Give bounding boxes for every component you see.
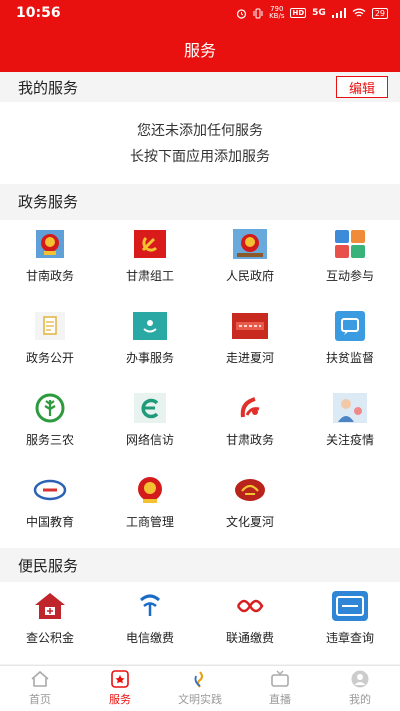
- tile-label: 甘肃组工: [125, 269, 174, 283]
- tile-label: 工商管理: [125, 515, 174, 529]
- nav-service[interactable]: 服务: [80, 666, 160, 711]
- nav-civilization[interactable]: 文明实践: [160, 666, 240, 711]
- tile-label: 甘南政务: [25, 269, 74, 283]
- wheat-icon: [32, 392, 68, 424]
- vibrate-icon: [253, 8, 263, 18]
- service-tile-telecom-pay[interactable]: 电信缴费: [100, 582, 200, 664]
- tile-label: 电信缴费: [125, 631, 174, 645]
- culture-logo-icon: [232, 474, 268, 506]
- banner-icon: [232, 310, 268, 342]
- gov-services-grid: 甘南政务 甘肃组工 人民政府 互动参与 政务公开 办事服务 走进夏河 扶贫监督 …: [0, 220, 400, 548]
- tile-label: 中国教育: [25, 515, 74, 529]
- service-tile-commerce[interactable]: 工商管理: [100, 466, 200, 548]
- battery-indicator: 29: [371, 7, 388, 19]
- nav-label: 首页: [29, 693, 51, 706]
- service-tile-unicom-pay[interactable]: 联通缴费: [200, 582, 300, 664]
- emblem-icon: [32, 228, 68, 260]
- service-tile-gansu-gov[interactable]: 甘肃政务: [200, 384, 300, 466]
- document-icon: [32, 310, 68, 342]
- user-icon: [351, 670, 369, 688]
- gansu-logo-icon: [232, 392, 268, 424]
- tile-label: 网络信访: [125, 433, 174, 447]
- service-tile-china-education[interactable]: 中国教育: [0, 466, 100, 548]
- china-telecom-icon: [132, 590, 168, 622]
- status-bar: 10:56 790 KB/s HD 5G 29: [0, 0, 400, 26]
- doctor-icon: [332, 392, 368, 424]
- nav-label: 直播: [269, 693, 291, 706]
- service-tile-traffic-query[interactable]: 违章查询: [300, 582, 400, 664]
- empty-tile: [300, 466, 400, 548]
- public-services-header: 便民服务: [0, 550, 400, 580]
- grid-apps-icon: [332, 228, 368, 260]
- tile-label: 关注疫情: [325, 433, 374, 447]
- section-title: 政务服务: [18, 192, 79, 211]
- tile-label: 办事服务: [125, 351, 174, 365]
- nav-label: 文明实践: [178, 693, 222, 706]
- education-logo-icon: [32, 474, 68, 506]
- service-tile-gov-open[interactable]: 政务公开: [0, 302, 100, 384]
- nav-label: 服务: [109, 693, 131, 706]
- emblem-icon: [132, 474, 168, 506]
- letter-e-icon: [132, 392, 168, 424]
- nav-mine[interactable]: 我的: [320, 666, 400, 711]
- party-emblem-icon: [132, 228, 168, 260]
- wifi-icon: [352, 8, 366, 17]
- service-tile-people-gov[interactable]: 人民政府: [200, 220, 300, 302]
- status-time: 10:56: [16, 5, 61, 21]
- service-tile-agriculture[interactable]: 服务三农: [0, 384, 100, 466]
- edit-button[interactable]: 编辑: [336, 76, 388, 98]
- service-tile-gansu-zugong[interactable]: 甘肃组工: [100, 220, 200, 302]
- tile-label: 联通缴费: [225, 631, 274, 645]
- hd-badge: HD: [290, 8, 307, 18]
- emblem-icon: [232, 228, 268, 260]
- net-speed: 790 KB/s: [269, 5, 285, 20]
- empty-hint-line1: 您还未添加任何服务: [137, 123, 263, 139]
- service-tab-icon: [111, 670, 129, 688]
- tile-label: 文化夏河: [225, 515, 274, 529]
- section-title: 便民服务: [18, 556, 79, 575]
- chat-icon: [332, 310, 368, 342]
- service-tile-affairs[interactable]: 办事服务: [100, 302, 200, 384]
- tile-label: 政务公开: [25, 351, 74, 365]
- service-tile-poverty[interactable]: 扶贫监督: [300, 302, 400, 384]
- signal-icon: [331, 8, 346, 18]
- nav-home[interactable]: 首页: [0, 666, 80, 711]
- tile-label: 人民政府: [225, 269, 274, 283]
- service-tile-culture-xiahe[interactable]: 文化夏河: [200, 466, 300, 548]
- tile-label: 违章查询: [325, 631, 374, 645]
- tile-label: 走进夏河: [225, 351, 274, 365]
- tile-label: 查公积金: [25, 631, 74, 645]
- tile-label: 互动参与: [325, 269, 374, 283]
- housing-fund-icon: [32, 590, 68, 622]
- live-tv-icon: [271, 670, 289, 687]
- page-title: 服务: [0, 26, 400, 72]
- public-services-grid: 查公积金 电信缴费 联通缴费 违章查询: [0, 582, 400, 664]
- traffic-query-icon: [332, 590, 368, 622]
- gov-services-header: 政务服务: [0, 186, 400, 216]
- status-indicators: 790 KB/s HD 5G 29: [236, 6, 388, 20]
- tile-label: 服务三农: [25, 433, 74, 447]
- service-icon: [132, 310, 168, 342]
- home-icon: [31, 670, 49, 687]
- nav-label: 我的: [349, 693, 371, 706]
- alarm-icon: [236, 8, 247, 19]
- nav-live[interactable]: 直播: [240, 666, 320, 711]
- my-services-header: 我的服务 编辑: [0, 72, 400, 102]
- service-tile-petition[interactable]: 网络信访: [100, 384, 200, 466]
- empty-hint-line2: 长按下面应用添加服务: [130, 149, 270, 165]
- my-services-empty: 您还未添加任何服务 长按下面应用添加服务: [0, 102, 400, 184]
- service-tile-xiahe[interactable]: 走进夏河: [200, 302, 300, 384]
- service-tile-epidemic[interactable]: 关注疫情: [300, 384, 400, 466]
- section-title: 我的服务: [18, 78, 79, 97]
- tile-label: 扶贫监督: [325, 351, 374, 365]
- signal-label: 5G: [312, 8, 326, 18]
- tile-label: 甘肃政务: [225, 433, 274, 447]
- civilization-icon: [194, 671, 204, 688]
- service-tile-interaction[interactable]: 互动参与: [300, 220, 400, 302]
- china-unicom-icon: [232, 590, 268, 622]
- service-tile-housing-fund[interactable]: 查公积金: [0, 582, 100, 664]
- bottom-nav: 首页 服务 文明实践 直播 我的: [0, 665, 400, 711]
- service-tile-gannan-gov[interactable]: 甘南政务: [0, 220, 100, 302]
